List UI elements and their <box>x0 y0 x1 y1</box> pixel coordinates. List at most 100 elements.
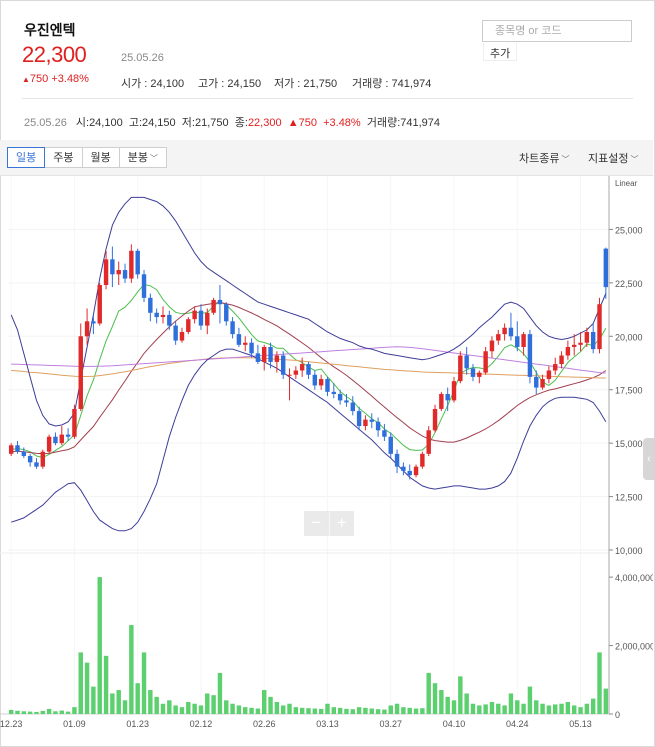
candle-body <box>325 379 330 392</box>
candle-body <box>590 332 596 350</box>
volume-bar <box>211 695 216 714</box>
chart-type-dropdown[interactable]: 차트종류 ﹀ <box>519 150 569 166</box>
volume-bar <box>388 705 393 714</box>
candle-body <box>167 314 172 326</box>
volume-bar <box>15 710 20 714</box>
volume-bar <box>502 705 507 714</box>
candle <box>160 306 166 324</box>
date-tick-label: 02.12 <box>190 719 213 729</box>
candle <box>571 334 577 356</box>
volume-bar <box>306 708 311 714</box>
tab-weekly[interactable]: 주봉 <box>45 147 83 168</box>
candle <box>255 344 261 365</box>
tab-minute-label: 분봉 <box>127 152 148 164</box>
candle <box>477 370 482 384</box>
volume-bar <box>287 703 292 714</box>
volume-bar <box>470 703 476 714</box>
candle-body <box>110 259 115 275</box>
chevron-down-icon: ﹀ <box>561 155 570 164</box>
volume-bar <box>565 702 571 714</box>
tab-monthly[interactable]: 월봉 <box>82 147 120 168</box>
volume-bar <box>578 707 583 714</box>
volume-bar <box>192 703 197 714</box>
indicator-settings-dropdown[interactable]: 지표설정 ﹀ <box>588 150 638 166</box>
candle <box>388 432 393 459</box>
candle-body <box>565 346 571 356</box>
candle <box>407 464 412 480</box>
side-panel-toggle[interactable]: ‹ <box>643 438 655 480</box>
volume-bar <box>280 705 286 714</box>
candle-body <box>141 274 147 298</box>
tab-minute[interactable]: 분봉 ﹀ <box>119 147 167 168</box>
volume-bar <box>141 652 147 714</box>
volume-bar <box>205 693 210 714</box>
candle-body <box>78 336 83 409</box>
candle-body <box>27 455 33 463</box>
stock-search-input[interactable] <box>493 24 637 38</box>
zoom-in-button[interactable]: + <box>330 511 355 536</box>
volume-bar <box>420 708 425 714</box>
candle <box>262 344 267 371</box>
candle <box>496 329 501 345</box>
volume-bar <box>72 707 77 714</box>
candle-body <box>445 393 450 401</box>
volume-bar <box>255 708 261 714</box>
candle <box>426 426 431 456</box>
low-label: 저가 <box>274 78 295 90</box>
volume-bar <box>534 700 539 714</box>
candle <box>224 302 229 326</box>
indicator-settings-label: 지표설정 <box>588 153 629 165</box>
candle-body <box>274 355 280 362</box>
volume-bar <box>59 710 64 714</box>
candle <box>217 284 223 324</box>
open-price: 시가 : 24,100 <box>121 78 185 90</box>
candle <box>135 248 140 279</box>
candle-body <box>508 327 514 337</box>
candle-body <box>224 304 229 322</box>
high-price: 고가 : 24,150 <box>198 78 262 90</box>
volume-bar <box>299 707 305 714</box>
candle <box>458 351 463 384</box>
candle <box>375 417 381 437</box>
candle-body <box>451 381 457 401</box>
candle-body <box>135 250 140 275</box>
info-close-label: 종: <box>234 117 248 129</box>
candle-body <box>236 334 242 345</box>
info-low: 저:21,750 <box>181 117 229 129</box>
candle-body <box>129 250 134 279</box>
candle-body <box>84 321 90 337</box>
low-price: 저가 : 21,750 <box>274 78 338 90</box>
candle-body <box>230 321 235 335</box>
price-tick-label: 17,500 <box>615 386 643 396</box>
candle-body <box>160 314 166 318</box>
candle <box>179 327 185 343</box>
volume-summary: 거래량 : 741,974 <box>352 78 432 90</box>
price-tick-label: 15,000 <box>615 439 643 449</box>
candle-body <box>154 312 159 318</box>
tab-daily[interactable]: 일봉 <box>7 147 46 168</box>
candle <box>369 413 374 429</box>
candle <box>318 374 324 390</box>
candle-body <box>363 419 368 427</box>
date-tick-label: 01.09 <box>63 719 86 729</box>
candle <box>167 310 172 330</box>
volume-bar <box>477 705 482 714</box>
volume-bar <box>97 577 102 714</box>
price-chart[interactable]: 10,000 12,500 15,000 17,500 20,000 22,500 25,0… <box>0 176 653 745</box>
candle <box>122 263 128 283</box>
volume-bar <box>337 707 343 714</box>
candle-body <box>388 436 393 454</box>
add-stock-button[interactable]: 추가 <box>483 43 517 61</box>
candle-body <box>249 342 254 354</box>
candle <box>34 458 39 469</box>
candle-body <box>179 332 185 341</box>
candle <box>243 336 248 352</box>
candle-body <box>217 299 223 305</box>
candle-body <box>91 321 96 324</box>
volume-bar <box>483 704 488 714</box>
zoom-out-button[interactable]: − <box>304 511 330 536</box>
volume-label: 거래량 <box>352 78 383 90</box>
date-tick-label: 04.24 <box>506 719 529 729</box>
volume-bar <box>603 688 609 714</box>
candle-body <box>496 334 501 341</box>
